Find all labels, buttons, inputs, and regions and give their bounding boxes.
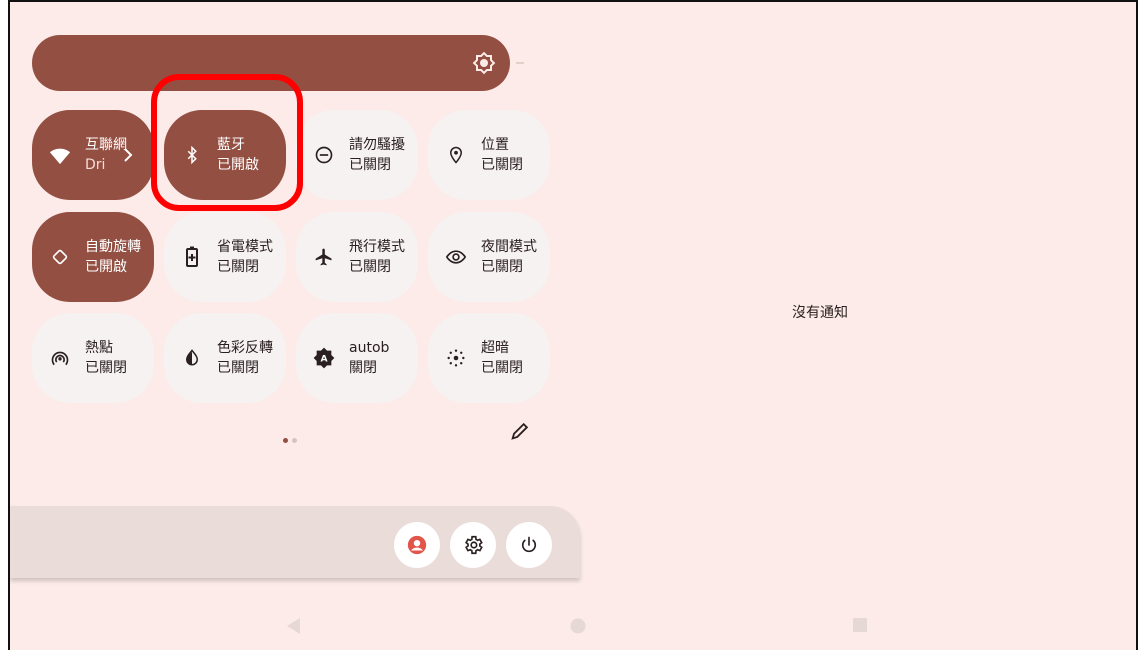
page-dot xyxy=(292,438,297,443)
page-indicator xyxy=(283,428,301,443)
tile-hotspot-label: 熱點 已關閉 xyxy=(85,340,127,376)
location-pin-icon xyxy=(444,143,468,167)
tile-do-not-disturb[interactable]: 請勿騷擾 已關閉 xyxy=(296,110,418,200)
tile-auto-rotate-label: 自動旋轉 已開啟 xyxy=(85,239,141,275)
eye-icon xyxy=(444,245,468,269)
page-dot-active xyxy=(283,438,288,443)
tile-color-inversion[interactable]: 色彩反轉 已關閉 xyxy=(164,313,286,403)
tile-auto-brightness[interactable]: A autob 關閉 xyxy=(296,313,418,403)
no-notifications-text: 沒有通知 xyxy=(792,305,848,321)
tile-internet-label: 互聯網 Dri xyxy=(85,137,127,173)
power-icon xyxy=(521,536,537,553)
back-icon[interactable] xyxy=(287,618,301,634)
tile-do-not-disturb-label: 請勿騷擾 已關閉 xyxy=(349,137,405,173)
chevron-right-icon[interactable] xyxy=(122,143,134,167)
svg-text:A: A xyxy=(320,354,328,365)
auto-rotate-icon xyxy=(48,245,72,269)
tile-battery-saver-label: 省電模式 已關閉 xyxy=(217,239,273,275)
brightness-track-end xyxy=(516,62,524,64)
hotspot-icon xyxy=(48,346,72,370)
user-button[interactable] xyxy=(394,522,440,568)
tile-color-inversion-label: 色彩反轉 已關閉 xyxy=(217,340,273,376)
auto-brightness-icon: A xyxy=(312,346,336,370)
android-screen: 互聯網 Dri 藍牙 已開啟 請勿騷擾 已關閉 位置 已關閉 自動旋轉 已開啟 … xyxy=(8,0,1138,650)
tile-night-mode[interactable]: 夜間模式 已關閉 xyxy=(428,212,550,302)
tile-battery-saver[interactable]: 省電模式 已關閉 xyxy=(164,212,286,302)
tile-auto-rotate[interactable]: 自動旋轉 已開啟 xyxy=(32,212,154,302)
settings-gear-icon xyxy=(465,535,483,555)
tile-night-mode-label: 夜間模式 已關閉 xyxy=(481,239,537,275)
highlight-box xyxy=(151,74,303,211)
color-invert-icon xyxy=(180,346,204,370)
tile-airplane-mode[interactable]: 飛行模式 已關閉 xyxy=(296,212,418,302)
home-icon[interactable] xyxy=(570,618,586,634)
tile-hotspot[interactable]: 熱點 已關閉 xyxy=(32,313,154,403)
battery-saver-icon xyxy=(180,245,204,269)
tile-airplane-mode-label: 飛行模式 已關閉 xyxy=(349,239,405,275)
power-button[interactable] xyxy=(506,522,552,568)
user-icon xyxy=(407,535,427,555)
settings-button[interactable] xyxy=(450,522,496,568)
brightness-icon xyxy=(472,51,496,75)
pencil-icon[interactable] xyxy=(509,420,531,442)
tile-extra-dim-label: 超暗 已關閉 xyxy=(481,340,523,376)
recents-icon[interactable] xyxy=(853,618,867,632)
extra-dim-icon xyxy=(444,346,468,370)
quick-settings-footer xyxy=(10,506,580,578)
tile-location-label: 位置 已關閉 xyxy=(481,137,523,173)
do-not-disturb-icon xyxy=(312,143,336,167)
tile-auto-brightness-label: autob 關閉 xyxy=(349,340,390,376)
tile-internet[interactable]: 互聯網 Dri xyxy=(32,110,154,200)
tile-location[interactable]: 位置 已關閉 xyxy=(428,110,550,200)
wifi-icon xyxy=(48,143,72,167)
airplane-icon xyxy=(312,245,336,269)
tile-extra-dim[interactable]: 超暗 已關閉 xyxy=(428,313,550,403)
